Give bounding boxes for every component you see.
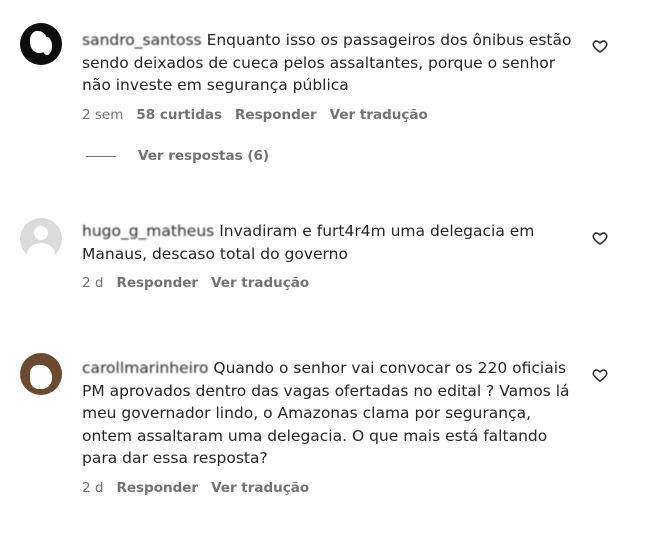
comment-likes[interactable]: 58 curtidas [136, 107, 222, 123]
comment-body: sandro_santoss Enquanto isso os passagei… [82, 29, 580, 123]
default-avatar-body [27, 243, 55, 260]
comment-text: carollmarinheiro Quando o senhor vai con… [82, 357, 580, 470]
comment-body: carollmarinheiro Quando o senhor vai con… [82, 357, 580, 496]
replies-divider [86, 155, 116, 157]
comment-text: sandro_santoss Enquanto isso os passagei… [82, 29, 580, 97]
reply-button[interactable]: Responder [116, 480, 198, 496]
comment-text: hugo_g_matheus Invadiram e furt4r4m uma … [82, 220, 580, 265]
heart-outline-icon[interactable] [592, 230, 608, 246]
reply-button[interactable]: Responder [235, 107, 317, 123]
comment-username[interactable]: carollmarinheiro [82, 359, 208, 377]
heart-outline-icon[interactable] [592, 367, 608, 383]
comment-time: 2 d [82, 275, 104, 291]
comment-meta: 2 d Responder Ver tradução [82, 275, 580, 291]
comment-username[interactable]: sandro_santoss [82, 31, 202, 49]
view-replies-button[interactable]: Ver respostas (6) [86, 148, 269, 164]
translate-button[interactable]: Ver tradução [330, 107, 428, 123]
avatar[interactable] [20, 353, 62, 395]
reply-button[interactable]: Responder [116, 275, 198, 291]
comment-meta: 2 d Responder Ver tradução [82, 480, 580, 496]
view-replies-label: Ver respostas (6) [138, 148, 270, 164]
redaction-mark [30, 365, 52, 389]
comment-time: 2 sem [82, 106, 124, 123]
heart-outline-icon[interactable] [592, 38, 608, 54]
redaction-mark [42, 37, 52, 55]
comment-username[interactable]: hugo_g_matheus [82, 222, 214, 240]
translate-button[interactable]: Ver tradução [211, 480, 309, 496]
comment-body: hugo_g_matheus Invadiram e furt4r4m uma … [82, 220, 580, 291]
default-avatar-head [34, 226, 48, 240]
comment-meta: 2 sem 58 curtidas Responder Ver tradução [82, 107, 580, 123]
avatar[interactable] [20, 218, 62, 260]
comment-time: 2 d [82, 479, 104, 496]
translate-button[interactable]: Ver tradução [211, 275, 309, 291]
avatar[interactable] [20, 23, 62, 65]
